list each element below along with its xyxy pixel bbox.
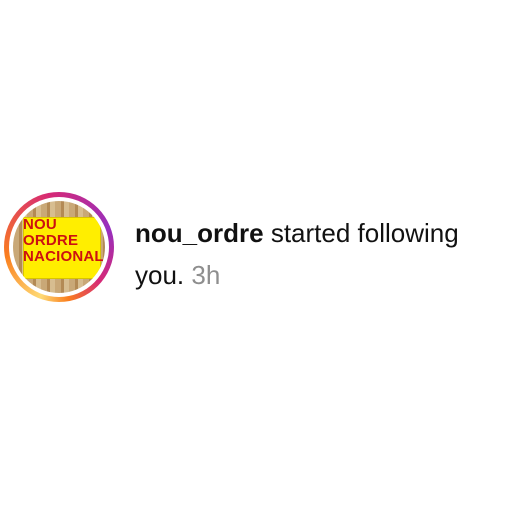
avatar-sign-line-2: ORDRE [23, 232, 79, 249]
username-link[interactable]: nou_ordre [135, 218, 264, 248]
timestamp: 3h [191, 260, 221, 290]
story-ring-inner: NOU ORDRE NACIONAL [9, 197, 109, 297]
avatar[interactable]: NOU ORDRE NACIONAL [4, 192, 114, 302]
profile-photo-icon: NOU ORDRE NACIONAL [13, 201, 105, 293]
avatar-sign-line-1: NOU [23, 216, 57, 233]
avatar-sign-line-3: NACIONAL [23, 248, 104, 265]
avatar-sign-text: NOU ORDRE NACIONAL [23, 216, 104, 265]
notification-message: nou_ordre started following you. 3h [135, 212, 507, 296]
follow-notification[interactable]: NOU ORDRE NACIONAL nou_ordre started fol… [0, 190, 512, 320]
